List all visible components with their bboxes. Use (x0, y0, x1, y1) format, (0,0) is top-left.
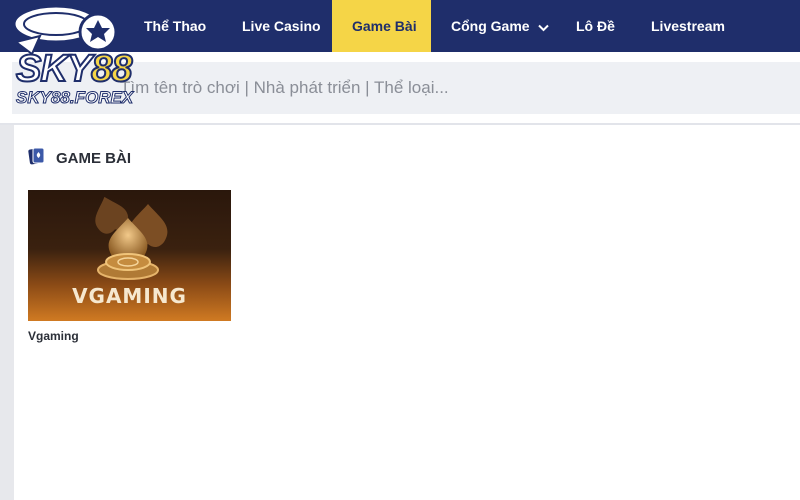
nav-item-lo-de[interactable]: Lô Đề (556, 0, 635, 52)
logo-wordmark: SKY88 (15, 48, 133, 90)
game-thumbnail-label: VGAMING (72, 284, 187, 308)
brand-logo[interactable]: SKY88 SKY88.FOREX (6, 2, 134, 114)
game-card[interactable]: VGAMING Vgaming (28, 190, 231, 343)
nav-item-game-bai[interactable]: Game Bài (332, 0, 431, 52)
section-title: GAME BÀI (56, 149, 131, 167)
main-content: GAME BÀI VGAMING Vgaming (14, 125, 800, 500)
cards-icon (28, 146, 46, 171)
section-header: GAME BÀI (28, 147, 131, 169)
nav-item-livestream[interactable]: Livestream (631, 0, 745, 52)
nav-item-the-thao[interactable]: Thể Thao (124, 0, 226, 52)
game-name[interactable]: Vgaming (28, 329, 231, 343)
chevron-down-icon (537, 1, 549, 53)
left-gutter (0, 125, 14, 500)
nav-item-cong-game[interactable]: Cổng Game (431, 0, 569, 52)
game-thumbnail[interactable]: VGAMING (28, 190, 231, 321)
nav-item-label: Cổng Game (451, 18, 530, 34)
nav-item-live-casino[interactable]: Live Casino (222, 0, 341, 52)
logo-domain: SKY88.FOREX (15, 88, 134, 108)
